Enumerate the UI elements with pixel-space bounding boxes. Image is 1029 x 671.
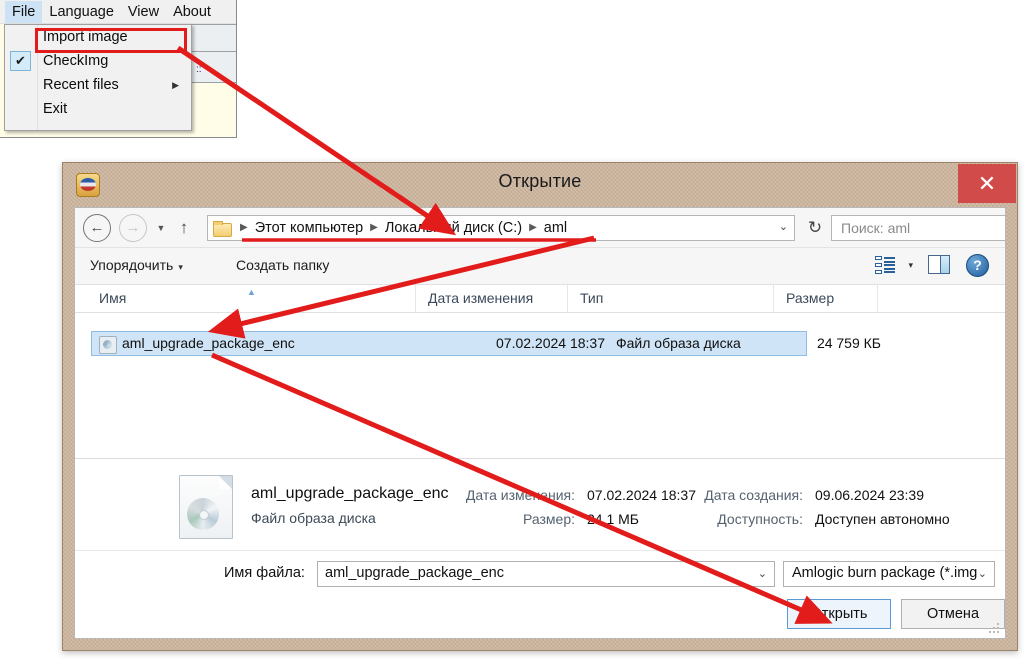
file-date-cell: 07.02.2024 18:37	[496, 335, 605, 351]
organize-label: Упорядочить	[90, 257, 174, 273]
file-menu-dropdown: Import image ✔ CheckImg Recent files ▶ E…	[4, 24, 192, 131]
menu-item-exit[interactable]: Exit	[5, 97, 191, 121]
open-file-dialog: Открытие ✕ ← → ▼ ↑ ▶ Этот компьютер ▶ Ло…	[62, 162, 1018, 651]
preview-pane-icon[interactable]	[928, 255, 950, 274]
breadcrumb-this-pc[interactable]: Этот компьютер	[255, 220, 363, 236]
search-placeholder: Поиск: aml	[841, 220, 911, 236]
up-button[interactable]: ↑	[171, 218, 197, 238]
file-type-filter-value: Amlogic burn package (*.img	[792, 565, 978, 581]
details-file-name: aml_upgrade_package_enc	[251, 485, 449, 502]
chevron-down-icon[interactable]: ⌄	[779, 220, 788, 233]
menu-item-label: Exit	[43, 101, 68, 117]
chevron-down-icon: ▾	[178, 262, 183, 272]
refresh-icon[interactable]: ↻	[803, 217, 827, 239]
menu-item-import-image[interactable]: Import image	[5, 25, 191, 49]
column-header-date[interactable]: Дата изменения	[415, 285, 567, 312]
breadcrumb-aml[interactable]: aml	[544, 220, 567, 236]
table-row[interactable]: aml_upgrade_package_enc 07.02.2024 18:37…	[91, 331, 881, 356]
check-icon: ✔	[10, 51, 31, 71]
folder-icon	[213, 221, 232, 237]
filename-label: Имя файла:	[224, 565, 305, 581]
chevron-right-icon: ▶	[172, 80, 179, 90]
chevron-down-icon[interactable]: ▾	[908, 260, 913, 271]
close-icon[interactable]: ✕	[958, 164, 1016, 203]
menu-view[interactable]: View	[121, 1, 166, 23]
details-size-label: Размер:	[522, 511, 575, 527]
file-type-filter-select[interactable]: Amlogic burn package (*.img ⌄	[783, 561, 995, 587]
details-availability-value: Доступен автономно	[815, 511, 950, 527]
menu-item-label: Import image	[43, 29, 128, 45]
chevron-down-icon: ⌄	[977, 568, 987, 580]
breadcrumb-local-disk[interactable]: Локальный диск (C:)	[385, 220, 522, 236]
dialog-titlebar: Открытие ✕	[63, 163, 1017, 207]
menu-item-label: Recent files	[43, 77, 119, 93]
menu-language[interactable]: Language	[42, 1, 121, 23]
open-button[interactable]: Открыть	[787, 599, 891, 629]
menu-item-recent-files[interactable]: Recent files ▶	[5, 73, 191, 97]
column-header-size[interactable]: Размер	[773, 285, 877, 312]
menu-file[interactable]: File	[5, 0, 43, 23]
navigation-bar: ← → ▼ ↑ ▶ Этот компьютер ▶ Локальный дис…	[75, 208, 1005, 248]
dialog-footer: Имя файла: aml_upgrade_package_enc ⌄ Aml…	[75, 550, 1005, 638]
dialog-title: Открытие	[498, 171, 582, 191]
forward-button[interactable]: →	[119, 213, 147, 242]
disc-image-large-icon	[179, 475, 233, 539]
filename-input[interactable]: aml_upgrade_package_enc ⌄	[317, 561, 775, 587]
column-header-type[interactable]: Тип	[567, 285, 773, 312]
file-name-cell: aml_upgrade_package_enc	[122, 335, 295, 351]
file-type-cell: Файл образа диска	[616, 335, 741, 351]
disc-image-file-icon	[99, 336, 117, 354]
resize-grip[interactable]	[989, 623, 1001, 635]
column-header-spacer	[877, 285, 1005, 312]
command-bar: Упорядочить ▾ Создать папку ▾ ?	[75, 248, 1005, 285]
details-pane: aml_upgrade_package_enc Файл образа диск…	[75, 458, 1005, 550]
sort-ascending-icon: ▲	[247, 287, 256, 297]
history-dropdown-icon[interactable]: ▼	[151, 223, 171, 233]
new-folder-button[interactable]: Создать папку	[236, 257, 329, 273]
breadcrumb-separator: ▶	[370, 222, 378, 233]
app-panel-text: ::	[196, 64, 202, 75]
organize-button[interactable]: Упорядочить ▾	[90, 257, 183, 273]
search-input[interactable]: Поиск: aml	[831, 215, 1005, 241]
details-created-label: Дата создания:	[704, 487, 803, 503]
details-availability-label: Доступность:	[717, 511, 803, 527]
file-size-cell: 24 759 КБ	[816, 335, 881, 351]
help-icon[interactable]: ?	[966, 254, 989, 277]
chevron-down-icon[interactable]: ⌄	[758, 567, 767, 580]
menu-item-checkimg[interactable]: ✔ CheckImg	[5, 49, 191, 73]
filename-value: aml_upgrade_package_enc	[325, 565, 504, 581]
column-header-row: Имя ▲ Дата изменения Тип Размер	[75, 285, 1005, 313]
back-button[interactable]: ←	[83, 213, 111, 242]
details-modified-label: Дата изменения:	[465, 487, 575, 503]
details-size-value: 24,1 МБ	[587, 511, 639, 527]
breadcrumb-separator: ▶	[529, 222, 537, 233]
view-mode-icon[interactable]	[875, 256, 895, 274]
app-menubar: File Language View About	[0, 0, 236, 24]
breadcrumb-bar[interactable]: ▶ Этот компьютер ▶ Локальный диск (C:) ▶…	[207, 215, 795, 241]
menu-item-label: CheckImg	[43, 53, 109, 69]
details-file-type: Файл образа диска	[251, 510, 376, 526]
dialog-client-area: ← → ▼ ↑ ▶ Этот компьютер ▶ Локальный дис…	[74, 207, 1006, 639]
details-created-value: 09.06.2024 23:39	[815, 487, 924, 503]
menu-about[interactable]: About	[166, 1, 218, 23]
breadcrumb-separator: ▶	[240, 222, 248, 233]
